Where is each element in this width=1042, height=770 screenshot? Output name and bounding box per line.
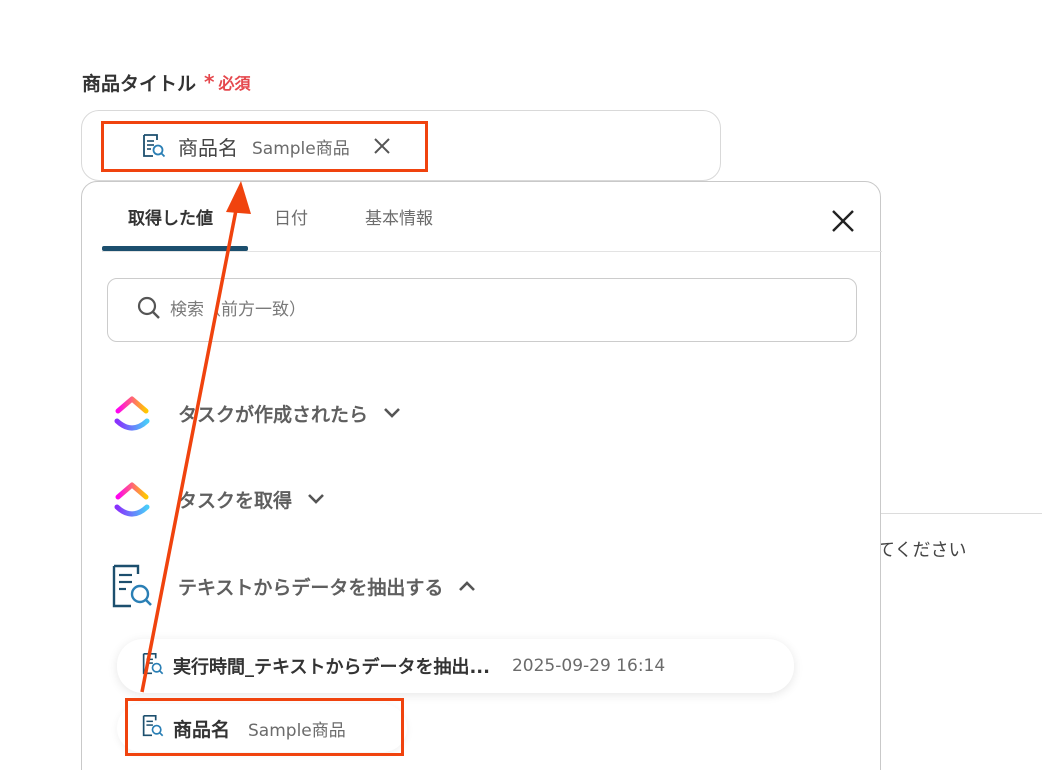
group-label: テキストからデータを抽出する <box>178 576 444 599</box>
group-task-created[interactable]: タスクが作成されたら <box>110 389 402 437</box>
chevron-down-icon <box>382 403 402 423</box>
clickup-logo-icon <box>110 475 154 523</box>
chevron-down-icon <box>306 489 326 509</box>
list-item-execution-time[interactable]: 実行時間_テキストからデータを抽出... 2025-09-29 16:14 <box>117 639 794 693</box>
group-label: タスクが作成されたら <box>178 403 369 426</box>
document-search-icon <box>139 650 165 682</box>
chevron-up-icon <box>457 576 477 596</box>
list-item-name: 実行時間_テキストからデータを抽出... <box>173 657 490 678</box>
active-tab-indicator <box>102 246 248 251</box>
required-text: 必須 <box>218 74 251 93</box>
tab-date[interactable]: 日付 <box>274 204 308 234</box>
tab-bar: 取得した値 日付 基本情報 <box>102 182 882 252</box>
group-extract-data[interactable]: テキストからデータを抽出する <box>110 562 477 610</box>
field-label-text: 商品タイトル <box>82 72 197 95</box>
tab-acquired-values[interactable]: 取得した値 <box>128 204 213 234</box>
search-input[interactable] <box>170 300 770 320</box>
tab-basic-info[interactable]: 基本情報 <box>365 204 433 234</box>
field-label: 商品タイトル * 必須 <box>82 68 251 96</box>
highlight-box-source <box>125 698 404 756</box>
group-label: タスクを取得 <box>178 489 293 512</box>
background-text: てください <box>877 540 967 561</box>
close-icon[interactable] <box>830 208 856 234</box>
required-indicator: * 必須 <box>204 70 250 94</box>
document-search-icon <box>110 562 154 610</box>
list-item-value: 2025-09-29 16:14 <box>511 656 666 676</box>
highlight-box-target <box>101 121 428 172</box>
group-get-task[interactable]: タスクを取得 <box>110 475 326 523</box>
search-icon <box>136 295 162 325</box>
search-field[interactable] <box>107 278 857 342</box>
clickup-logo-icon <box>110 389 154 437</box>
required-asterisk: * <box>204 70 215 94</box>
